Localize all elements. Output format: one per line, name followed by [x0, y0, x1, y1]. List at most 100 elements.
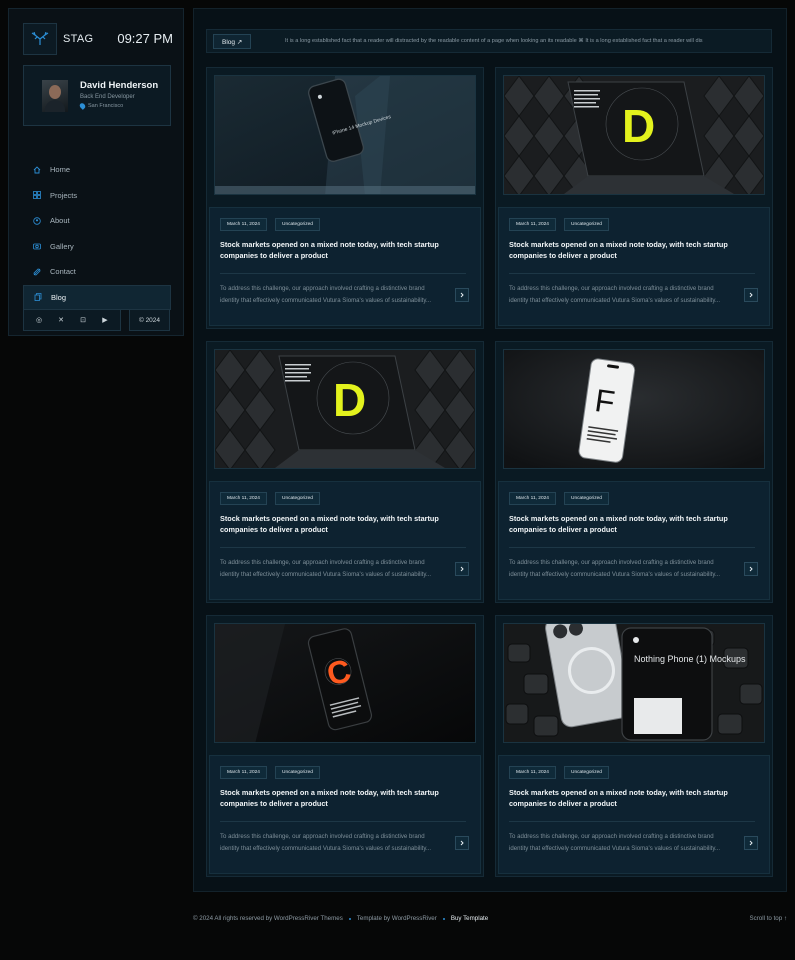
read-more-button[interactable] [744, 288, 758, 302]
post-image[interactable]: D [214, 349, 476, 469]
post-title[interactable]: Stock markets opened on a mixed note tod… [220, 239, 450, 261]
antler-logo-icon[interactable] [23, 23, 57, 55]
post-image[interactable]: D [503, 75, 765, 195]
post-date[interactable]: March 11, 2024 [509, 492, 556, 505]
divider [509, 273, 755, 274]
post-body: March 11, 2024 Uncategorized Stock marke… [209, 207, 481, 326]
ticker-bar: Blog ↗ It is a long established fact tha… [206, 29, 772, 53]
profile-location-text: San Francisco [88, 103, 124, 109]
separator-dot [442, 917, 445, 920]
camera-icon [33, 243, 41, 250]
post-date[interactable]: March 11, 2024 [220, 492, 267, 505]
blog-card[interactable]: C March 11, 2024 Uncategorized Stock mar… [206, 615, 484, 877]
brand: STAG 09:27 PM [23, 23, 173, 55]
clock: 09:27 PM [117, 31, 173, 46]
read-more-button[interactable] [455, 288, 469, 302]
post-body: March 11, 2024 Uncategorized Stock marke… [498, 481, 770, 600]
post-excerpt: To address this challenge, our approach … [509, 559, 721, 578]
read-more-button[interactable] [744, 562, 758, 576]
post-body: March 11, 2024 Uncategorized Stock marke… [498, 755, 770, 874]
post-title[interactable]: Stock markets opened on a mixed note tod… [509, 787, 739, 809]
post-excerpt: To address this challenge, our approach … [220, 285, 432, 304]
read-more-button[interactable] [455, 562, 469, 576]
dribbble-icon[interactable]: ◎ [34, 316, 44, 324]
divider [509, 547, 755, 548]
post-excerpt: To address this challenge, our approach … [220, 833, 432, 852]
post-title[interactable]: Stock markets opened on a mixed note tod… [509, 513, 739, 535]
social-links: ◎ ✕ ⊡ ▶ [23, 309, 121, 331]
footer-template-by[interactable]: Template by WordPressRiver [357, 915, 437, 922]
sidebar: STAG 09:27 PM David Henderson Back End D… [8, 8, 184, 336]
chevron-right-icon [460, 840, 464, 846]
post-image[interactable]: F [503, 349, 765, 469]
document-icon [34, 293, 42, 302]
sidebar-item-blog[interactable]: Blog [23, 284, 171, 310]
post-title[interactable]: Stock markets opened on a mixed note tod… [220, 787, 450, 809]
post-image[interactable]: Nothing Phone (1) Mockups [503, 623, 765, 743]
post-excerpt: To address this challenge, our approach … [509, 285, 721, 304]
sidebar-item-gallery[interactable]: Gallery [23, 234, 171, 260]
sidebar-item-about[interactable]: About [23, 208, 171, 234]
mockup-letter: D [333, 374, 366, 426]
sidebar-item-home[interactable]: Home [23, 157, 171, 183]
brand-name[interactable]: STAG [63, 33, 93, 45]
divider [509, 821, 755, 822]
instagram-icon[interactable]: ⊡ [78, 316, 88, 324]
ticker-tag[interactable]: Blog ↗ [213, 34, 252, 49]
post-body: March 11, 2024 Uncategorized Stock marke… [498, 207, 770, 326]
scroll-to-top-link[interactable]: Scroll to top ↑ [750, 915, 788, 922]
profile-role: Back End Developer [80, 94, 135, 100]
sidebar-item-contact[interactable]: Contact [23, 259, 171, 285]
post-category[interactable]: Uncategorized [275, 218, 320, 231]
post-date[interactable]: March 11, 2024 [220, 766, 267, 779]
read-more-button[interactable] [455, 836, 469, 850]
location-pin-icon [78, 102, 87, 110]
send-icon [33, 268, 41, 276]
post-image[interactable]: C [214, 623, 476, 743]
buy-template-link[interactable]: Buy Template [451, 915, 488, 922]
post-title[interactable]: Stock markets opened on a mixed note tod… [220, 513, 450, 535]
post-category[interactable]: Uncategorized [564, 218, 609, 231]
sidebar-nav: Home Projects About Gallery Contact Blog [23, 157, 171, 310]
post-category[interactable]: Uncategorized [564, 492, 609, 505]
chevron-right-icon [749, 566, 753, 572]
post-image[interactable]: iPhone 14 Mockup Devices [214, 75, 476, 195]
x-icon[interactable]: ✕ [56, 316, 66, 324]
copyright-year: © 2024 [129, 309, 170, 331]
chevron-right-icon [460, 566, 464, 572]
avatar [42, 80, 68, 112]
blog-card[interactable]: Nothing Phone (1) Mockups March 11, 2024… [495, 615, 773, 877]
ticker-text: It is a long established fact that a rea… [285, 38, 703, 44]
read-more-button[interactable] [744, 836, 758, 850]
sidebar-item-projects[interactable]: Projects [23, 183, 171, 209]
post-category[interactable]: Uncategorized [275, 766, 320, 779]
blog-card[interactable]: D March 11, 2024 Uncategorized Stock mar… [495, 67, 773, 329]
mockup-caption: Nothing Phone (1) Mockups [634, 654, 746, 664]
chevron-right-icon [749, 292, 753, 298]
divider [220, 273, 466, 274]
user-icon [33, 217, 41, 225]
post-excerpt: To address this challenge, our approach … [509, 833, 721, 852]
main-content: Blog ↗ It is a long established fact tha… [193, 8, 787, 892]
sidebar-item-label: Gallery [50, 241, 74, 251]
post-date[interactable]: March 11, 2024 [509, 218, 556, 231]
post-category[interactable]: Uncategorized [275, 492, 320, 505]
post-date[interactable]: March 11, 2024 [220, 218, 267, 231]
youtube-icon[interactable]: ▶ [100, 316, 110, 324]
sidebar-item-label: Blog [51, 292, 67, 302]
post-excerpt: To address this challenge, our approach … [220, 559, 432, 578]
blog-card[interactable]: F March 11, 2024 Uncategorized Stock mar… [495, 341, 773, 603]
footer-copyright: © 2024 All rights reserved by WordPressR… [193, 915, 343, 922]
post-category[interactable]: Uncategorized [564, 766, 609, 779]
grid-icon [33, 191, 41, 200]
sidebar-item-label: Projects [50, 190, 78, 200]
sidebar-item-label: About [50, 216, 70, 226]
sidebar-item-label: Contact [50, 267, 76, 277]
blog-card[interactable]: D March 11, 2024 Uncategorized Stock mar… [206, 341, 484, 603]
chevron-right-icon [749, 840, 753, 846]
blog-card[interactable]: iPhone 14 Mockup Devices March 11, 2024 … [206, 67, 484, 329]
profile-card: David Henderson Back End Developer San F… [23, 65, 171, 126]
post-title[interactable]: Stock markets opened on a mixed note tod… [509, 239, 739, 261]
post-date[interactable]: March 11, 2024 [509, 766, 556, 779]
separator-dot [348, 917, 351, 920]
